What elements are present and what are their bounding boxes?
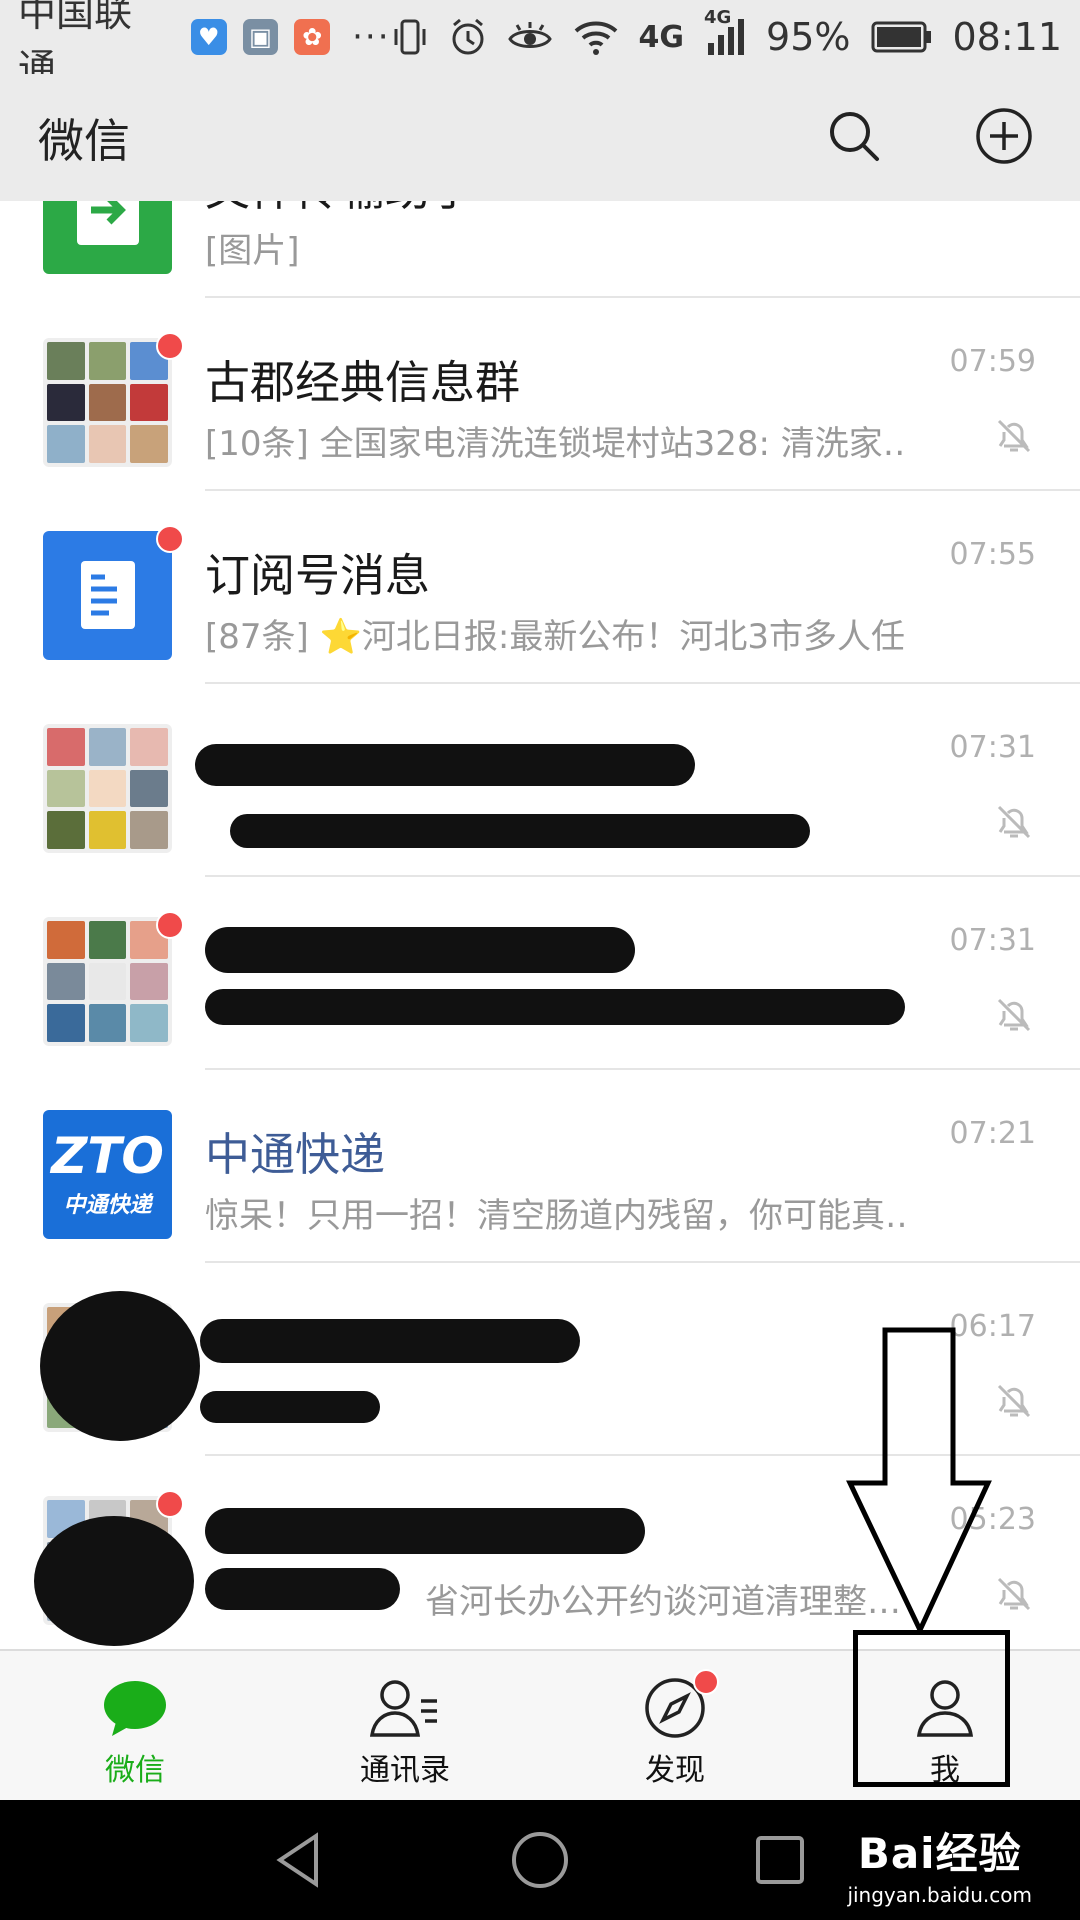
avatar	[43, 201, 172, 274]
chat-preview: 惊呆！只用一招！清空肠道内残留，你可能真…	[205, 1196, 905, 1236]
redaction-scribble	[205, 989, 905, 1025]
file-transfer-icon	[77, 201, 139, 245]
redaction-scribble	[205, 1508, 645, 1554]
chat-row-file-helper[interactable]: 文件传输助手 [图片]	[0, 201, 1080, 298]
search-button[interactable]	[822, 104, 886, 168]
chat-row[interactable]: 07:31	[0, 684, 1080, 877]
vibrate-icon	[394, 19, 426, 55]
chat-time: 07:21	[949, 1116, 1036, 1151]
redaction-scribble	[205, 1568, 400, 1610]
alarm-icon	[452, 18, 484, 55]
system-nav-bar: Bai经验 jingyan.baidu.com	[0, 1800, 1080, 1920]
redaction-scribble	[205, 927, 635, 973]
tab-label: 通讯录	[360, 1753, 450, 1788]
back-icon[interactable]	[270, 1830, 330, 1890]
redaction-scribble	[200, 1391, 380, 1423]
chat-row[interactable]: 古郡经典信息群 [10条] 全国家电清洗连锁堤村站328: 清洗家… 07:59	[0, 298, 1080, 491]
health-app-icon: ♥	[190, 19, 227, 55]
chat-time: 07:55	[949, 537, 1036, 572]
chat-row-subscriptions[interactable]: 订阅号消息 [87条] ⭐河北日报:最新公布！河北3市多人任… 07:55	[0, 491, 1080, 684]
group-avatar	[43, 724, 172, 853]
group-avatar	[43, 917, 172, 1046]
fitness-app-icon: ✿	[294, 19, 331, 55]
wechat-screen: 中国联通 ♥ ▣ ✿ ··· 4G 4G 95% 08:11 微信 [图片] 古…	[0, 0, 1080, 1920]
tab-label: 发现	[645, 1753, 705, 1788]
unread-dot	[156, 1490, 184, 1518]
chat-row[interactable]: 07:31	[0, 877, 1080, 1070]
chat-preview: 省河长办公开约谈河道清理整…	[425, 1582, 901, 1622]
unread-dot	[156, 911, 184, 939]
baidu-jingyan-watermark: Bai经验 jingyan.baidu.com	[847, 1820, 1032, 1907]
chat-row-zto[interactable]: ZTO 中通快递 中通快递 惊呆！只用一招！清空肠道内残留，你可能真… 07:2…	[0, 1070, 1080, 1263]
chat-name: 中通快递	[205, 1128, 386, 1181]
avatar	[43, 531, 172, 660]
chat-preview: [87条] ⭐河北日报:最新公布！河北3市多人任…	[205, 617, 905, 657]
tab-label: 微信	[105, 1753, 165, 1788]
zto-logo-text: ZTO	[51, 1126, 164, 1185]
network-type-1: 4G	[638, 19, 685, 55]
chat-time: 07:59	[949, 344, 1036, 379]
watermark-url: jingyan.baidu.com	[847, 1883, 1032, 1907]
mute-bell-icon	[997, 998, 1031, 1032]
header-actions	[822, 104, 1036, 168]
tab-discover[interactable]: 发现	[540, 1651, 810, 1802]
gallery-app-icon: ▣	[242, 19, 279, 55]
annotation-highlight-box	[853, 1630, 1010, 1787]
clock: 08:11	[952, 15, 1063, 59]
chat-time: 07:31	[949, 923, 1036, 958]
recent-apps-icon[interactable]	[750, 1830, 810, 1890]
mute-bell-icon	[997, 1577, 1031, 1611]
battery-icon	[871, 21, 931, 53]
search-icon	[830, 112, 879, 161]
plus-circle-icon	[976, 108, 1032, 164]
network-type-2: 4G	[704, 7, 732, 28]
mute-bell-icon	[997, 805, 1031, 839]
page-title: 微信	[38, 113, 130, 168]
redaction-scribble	[230, 814, 810, 848]
mute-bell-icon	[997, 1384, 1031, 1418]
contacts-icon	[369, 1675, 441, 1741]
chat-name: 订阅号消息	[205, 549, 431, 602]
app-header: 微信	[0, 74, 1080, 201]
zto-logo: ZTO 中通快递	[43, 1110, 172, 1239]
chat-preview: [图片]	[205, 231, 300, 271]
unread-dot	[156, 332, 184, 360]
status-bar: 中国联通 ♥ ▣ ✿ ··· 4G 4G 95% 08:11	[0, 0, 1080, 90]
watermark-logo-text: Bai经验	[857, 1829, 1022, 1878]
add-button[interactable]	[972, 104, 1036, 168]
chat-preview: [10条] 全国家电清洗连锁堤村站328: 清洗家…	[205, 424, 905, 464]
battery-percent: 95%	[766, 15, 851, 59]
redaction-scribble	[40, 1291, 200, 1441]
tab-contacts[interactable]: 通讯录	[270, 1651, 540, 1802]
annotation-arrow	[846, 1327, 992, 1635]
chat-bubble-icon	[99, 1675, 171, 1741]
redaction-scribble	[34, 1516, 194, 1646]
unread-dot	[156, 525, 184, 553]
group-avatar	[43, 338, 172, 467]
home-icon[interactable]	[510, 1830, 570, 1890]
document-icon	[81, 561, 135, 629]
tab-chats[interactable]: 微信	[0, 1651, 270, 1802]
wifi-icon	[574, 21, 617, 55]
more-notifications-icon: ···	[352, 17, 391, 57]
chat-name: 文件传输助手	[205, 201, 475, 218]
chat-name: 古郡经典信息群	[205, 356, 521, 409]
unread-dot	[693, 1669, 719, 1695]
zto-logo-subtext: 中通快递	[63, 1192, 152, 1218]
compass-icon	[639, 1669, 719, 1741]
mute-bell-icon	[997, 419, 1031, 453]
redaction-scribble	[195, 744, 695, 786]
eye-comfort-icon	[507, 22, 552, 48]
redaction-scribble	[200, 1319, 580, 1363]
signal-strength: 4G	[704, 7, 746, 57]
status-right: 4G 4G 95% 08:11	[391, 7, 1063, 59]
chat-time: 07:31	[949, 730, 1036, 765]
